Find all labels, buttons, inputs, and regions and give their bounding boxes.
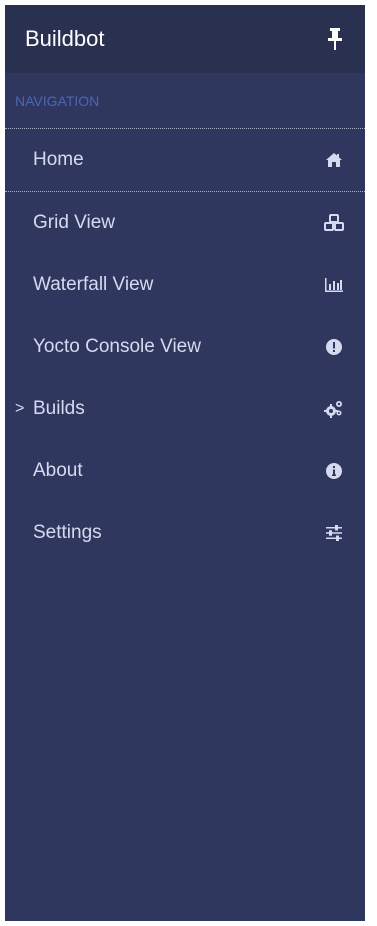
nav-item-about[interactable]: About	[5, 440, 365, 502]
cubes-icon	[323, 212, 345, 234]
nav-item-yocto-console-view[interactable]: Yocto Console View	[5, 316, 365, 378]
nav-item-label: Yocto Console View	[33, 336, 201, 357]
nav-item-home[interactable]: Home	[5, 129, 365, 192]
nav-item-label: Grid View	[33, 212, 116, 233]
nav-list: Home Grid View Waterfall View Yocto Cons…	[5, 129, 365, 564]
brand-title[interactable]: Buildbot	[25, 26, 105, 52]
navigation-section-header: NAVIGATION	[5, 73, 365, 129]
nav-item-label: Builds	[33, 398, 85, 419]
bar-chart-icon	[323, 274, 345, 296]
nav-item-label: Home	[33, 149, 84, 170]
chevron-right-icon: >	[15, 400, 25, 417]
sidebar: Buildbot NAVIGATION Home Grid View Water…	[5, 5, 365, 921]
nav-item-builds[interactable]: > Builds	[5, 378, 365, 440]
nav-item-label: Waterfall View	[33, 274, 154, 295]
thumbtack-icon[interactable]	[325, 27, 345, 51]
info-circle-icon	[323, 460, 345, 482]
nav-item-grid-view[interactable]: Grid View	[5, 192, 365, 254]
sliders-icon	[323, 522, 345, 544]
nav-item-label: Settings	[33, 522, 102, 543]
brand-bar: Buildbot	[5, 5, 365, 73]
nav-item-label: About	[33, 460, 83, 481]
nav-item-settings[interactable]: Settings	[5, 502, 365, 564]
home-icon	[323, 149, 345, 171]
exclamation-circle-icon	[323, 336, 345, 358]
cogs-icon	[323, 398, 345, 420]
nav-item-waterfall-view[interactable]: Waterfall View	[5, 254, 365, 316]
